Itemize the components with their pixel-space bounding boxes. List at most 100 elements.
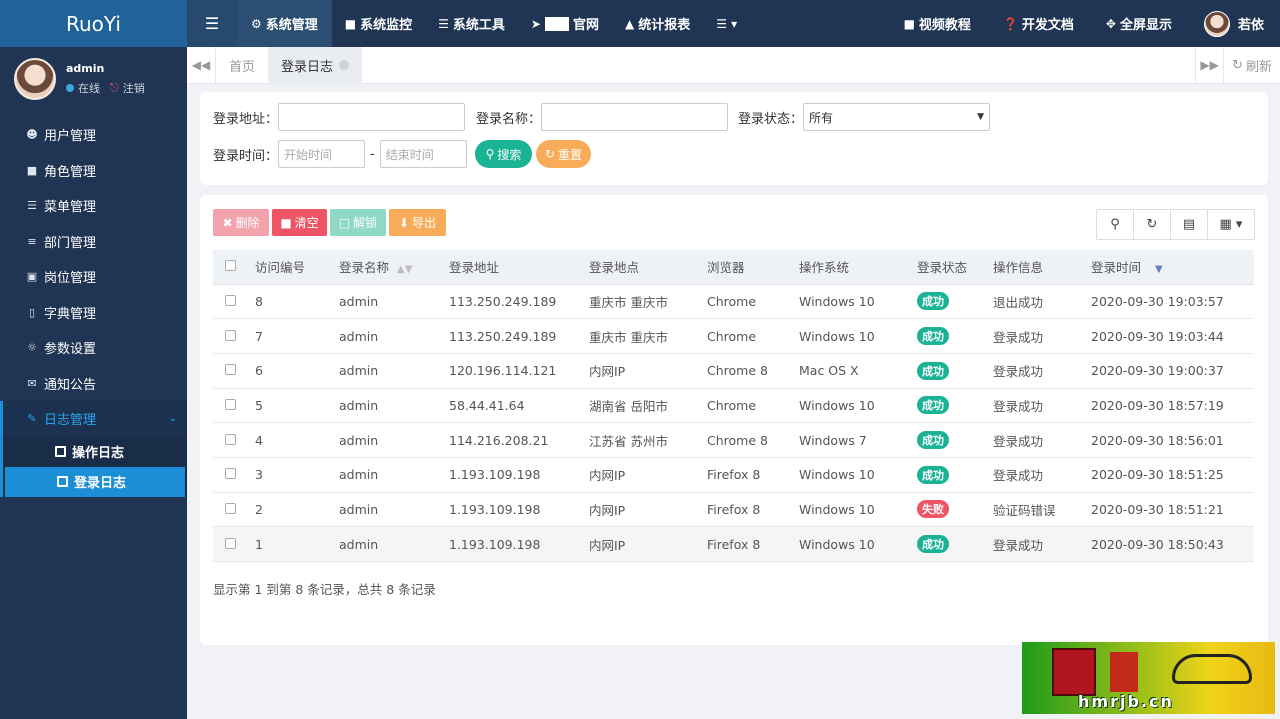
reset-button[interactable]: ↻ 重置 [536, 140, 591, 168]
table-row[interactable]: 2 admin 1.193.109.198 内网IP Firefox 8 Windows … [213, 492, 1254, 528]
edit-icon: ✎ [27, 412, 37, 426]
avatar[interactable] [14, 57, 56, 100]
sidebar-item-label: 菜单管理 [44, 200, 97, 216]
table-row[interactable]: 5 admin 58.44.41.64 湖南省 岳阳市 Chrome Windows 10… [213, 388, 1254, 424]
row-checkbox[interactable] [225, 468, 236, 480]
remove-icon: ✖ [222, 215, 233, 230]
cell-loc: 内网IP [589, 526, 707, 562]
column-header[interactable]: 访问编号 [255, 250, 339, 285]
topnav-tools[interactable]: ☰ 系统工具 [425, 0, 518, 47]
cell-addr: 113.250.249.189 [449, 318, 589, 354]
sidebar-subitem-logininfor[interactable]: 登录日志 [5, 466, 185, 497]
sidebar-item-posts[interactable]: ▣ 岗位管理 [0, 259, 187, 295]
sidebar-item-menus[interactable]: ☰ 菜单管理 [0, 188, 187, 224]
login-addr-input[interactable] [278, 103, 466, 131]
cell-browser: Firefox 8 [707, 526, 799, 562]
tab-home[interactable]: 首页 [216, 47, 268, 84]
export-button[interactable]: ⬇ 导出 [389, 209, 446, 236]
cell-loc: 内网IP [589, 492, 707, 528]
close-icon[interactable] [339, 60, 350, 70]
topnav-more[interactable]: ☰ ▾ [703, 0, 750, 47]
search-icon[interactable]: ⚲ [1097, 210, 1134, 239]
sidebar-subitem-operlog[interactable]: 操作日志 [3, 437, 187, 467]
columns-dropdown-icon[interactable]: ▦ ▾ [1208, 210, 1254, 239]
topnav-video-tutorial[interactable]: ■ 视频教程 [888, 0, 987, 47]
row-checkbox[interactable] [225, 364, 236, 376]
table-row[interactable]: 6 admin 120.196.114.121 内网IP Chrome 8 Mac OS … [213, 353, 1254, 389]
row-checkbox[interactable] [225, 502, 236, 514]
column-header[interactable]: 登录状态 [917, 250, 993, 285]
column-header[interactable]: 操作系统 [799, 250, 917, 285]
row-checkbox[interactable] [225, 294, 236, 306]
address-card-icon: ▣ [26, 270, 38, 284]
table-row[interactable]: 1 admin 1.193.109.198 内网IP Firefox 8 Windows … [213, 526, 1254, 562]
table-row[interactable]: 3 admin 1.193.109.198 内网IP Firefox 8 Windows … [213, 457, 1254, 493]
start-time-input[interactable]: 开始时间 [278, 140, 366, 168]
sidebar-item-dict[interactable]: ▯ 字典管理 [0, 295, 187, 331]
row-checkbox[interactable] [225, 537, 236, 549]
menu-toggle-icon[interactable]: ☰ [187, 0, 237, 47]
row-checkbox[interactable] [225, 433, 236, 445]
header-label: 登录地点 [589, 260, 640, 276]
column-header[interactable]: 浏览器 [707, 250, 799, 285]
refresh-button[interactable]: ↻ 刷新 [1224, 56, 1280, 75]
list-alt-icon[interactable]: ▤ [1171, 210, 1208, 239]
login-name-input[interactable] [541, 103, 729, 131]
topnav-website[interactable]: ➤ 官网 [518, 0, 612, 47]
topnav-dev-docs[interactable]: ❓ 开发文档 [987, 0, 1090, 47]
end-time-input[interactable]: 结束时间 [379, 140, 467, 168]
cell-os: Windows 10 [799, 284, 917, 320]
cell-msg: 登录成功 [993, 318, 1091, 354]
login-addr-label: 登录地址： [213, 111, 279, 127]
app-logo[interactable]: RuoYi [0, 0, 187, 47]
sidebar-item-roles[interactable]: ■ 角色管理 [0, 153, 187, 189]
search-button[interactable]: ⚲ 搜索 [475, 140, 532, 168]
row-checkbox[interactable] [225, 398, 236, 410]
tab-login-log[interactable]: 登录日志 [268, 46, 363, 84]
redacted-block [544, 16, 569, 31]
login-time-label: 登录时间： [213, 148, 279, 164]
button-label: 清空 [294, 216, 319, 230]
tab-scroll-right-icon[interactable]: ▶▶ [1195, 46, 1225, 84]
sidebar-item-config[interactable]: ☼ 参数设置 [0, 330, 187, 366]
topnav-reports[interactable]: ▲ 统计报表 [612, 0, 703, 47]
button-label: 删除 [235, 216, 260, 230]
sign-out-icon[interactable]: ⎋ [110, 81, 119, 95]
cell-id: 2 [255, 492, 339, 528]
topnav-system[interactable]: ⚙ 系统管理 [237, 0, 332, 47]
column-header[interactable]: 登录地址 [449, 250, 589, 285]
button-label: 导出 [412, 216, 437, 230]
unlock-button[interactable]: □ 解锁 [330, 209, 386, 236]
column-header[interactable]: 登录时间 ▼ [1091, 250, 1254, 285]
select-all-checkbox[interactable] [225, 260, 236, 272]
cell-name: admin [339, 353, 449, 389]
cell-browser: Chrome [707, 388, 799, 424]
tab-scroll-left-icon[interactable]: ◀◀ [187, 46, 216, 84]
column-header[interactable]: 操作信息 [993, 250, 1091, 285]
row-checkbox[interactable] [225, 329, 236, 341]
sidebar-item-users[interactable]: ☻ 用户管理 [0, 117, 187, 153]
table-row[interactable]: 7 admin 113.250.249.189 重庆市 重庆市 Chrome Window… [213, 318, 1254, 354]
cell-browser: Chrome 8 [707, 353, 799, 389]
header-label: 浏览器 [707, 260, 745, 276]
cell-time: 2020-09-30 18:50:43 [1091, 526, 1254, 562]
topnav-user[interactable]: 若依 [1188, 0, 1280, 47]
table-row[interactable]: 4 admin 114.216.208.21 江苏省 苏州市 Chrome 8 Windo… [213, 422, 1254, 458]
refresh-icon: ↻ [544, 147, 556, 161]
clear-button[interactable]: ■ 清空 [272, 209, 327, 236]
sidebar-item-logs[interactable]: ✎ 日志管理 ⌄ [0, 401, 187, 437]
refresh-icon[interactable]: ↻ [1134, 210, 1171, 239]
column-header[interactable]: 登录名称 ▲▼ [339, 250, 449, 285]
user-name: admin [66, 61, 105, 75]
table-row[interactable]: 8 admin 113.250.249.189 重庆市 重庆市 Chrome Window… [213, 284, 1254, 320]
delete-button[interactable]: ✖ 删除 [213, 209, 269, 236]
cell-name: admin [339, 526, 449, 562]
cell-loc: 湖南省 岳阳市 [589, 388, 707, 424]
sidebar-item-notice[interactable]: ✉ 通知公告 [0, 366, 187, 402]
column-header[interactable]: 登录地点 [589, 250, 707, 285]
topnav-fullscreen[interactable]: ✥ 全屏显示 [1090, 0, 1188, 47]
topnav-monitor[interactable]: ■ 系统监控 [332, 0, 425, 47]
login-status-select[interactable]: 所有 ▼ [803, 103, 991, 131]
sidebar-item-depts[interactable]: ≡ 部门管理 [0, 224, 187, 260]
logout-link[interactable]: 注销 [123, 80, 145, 96]
